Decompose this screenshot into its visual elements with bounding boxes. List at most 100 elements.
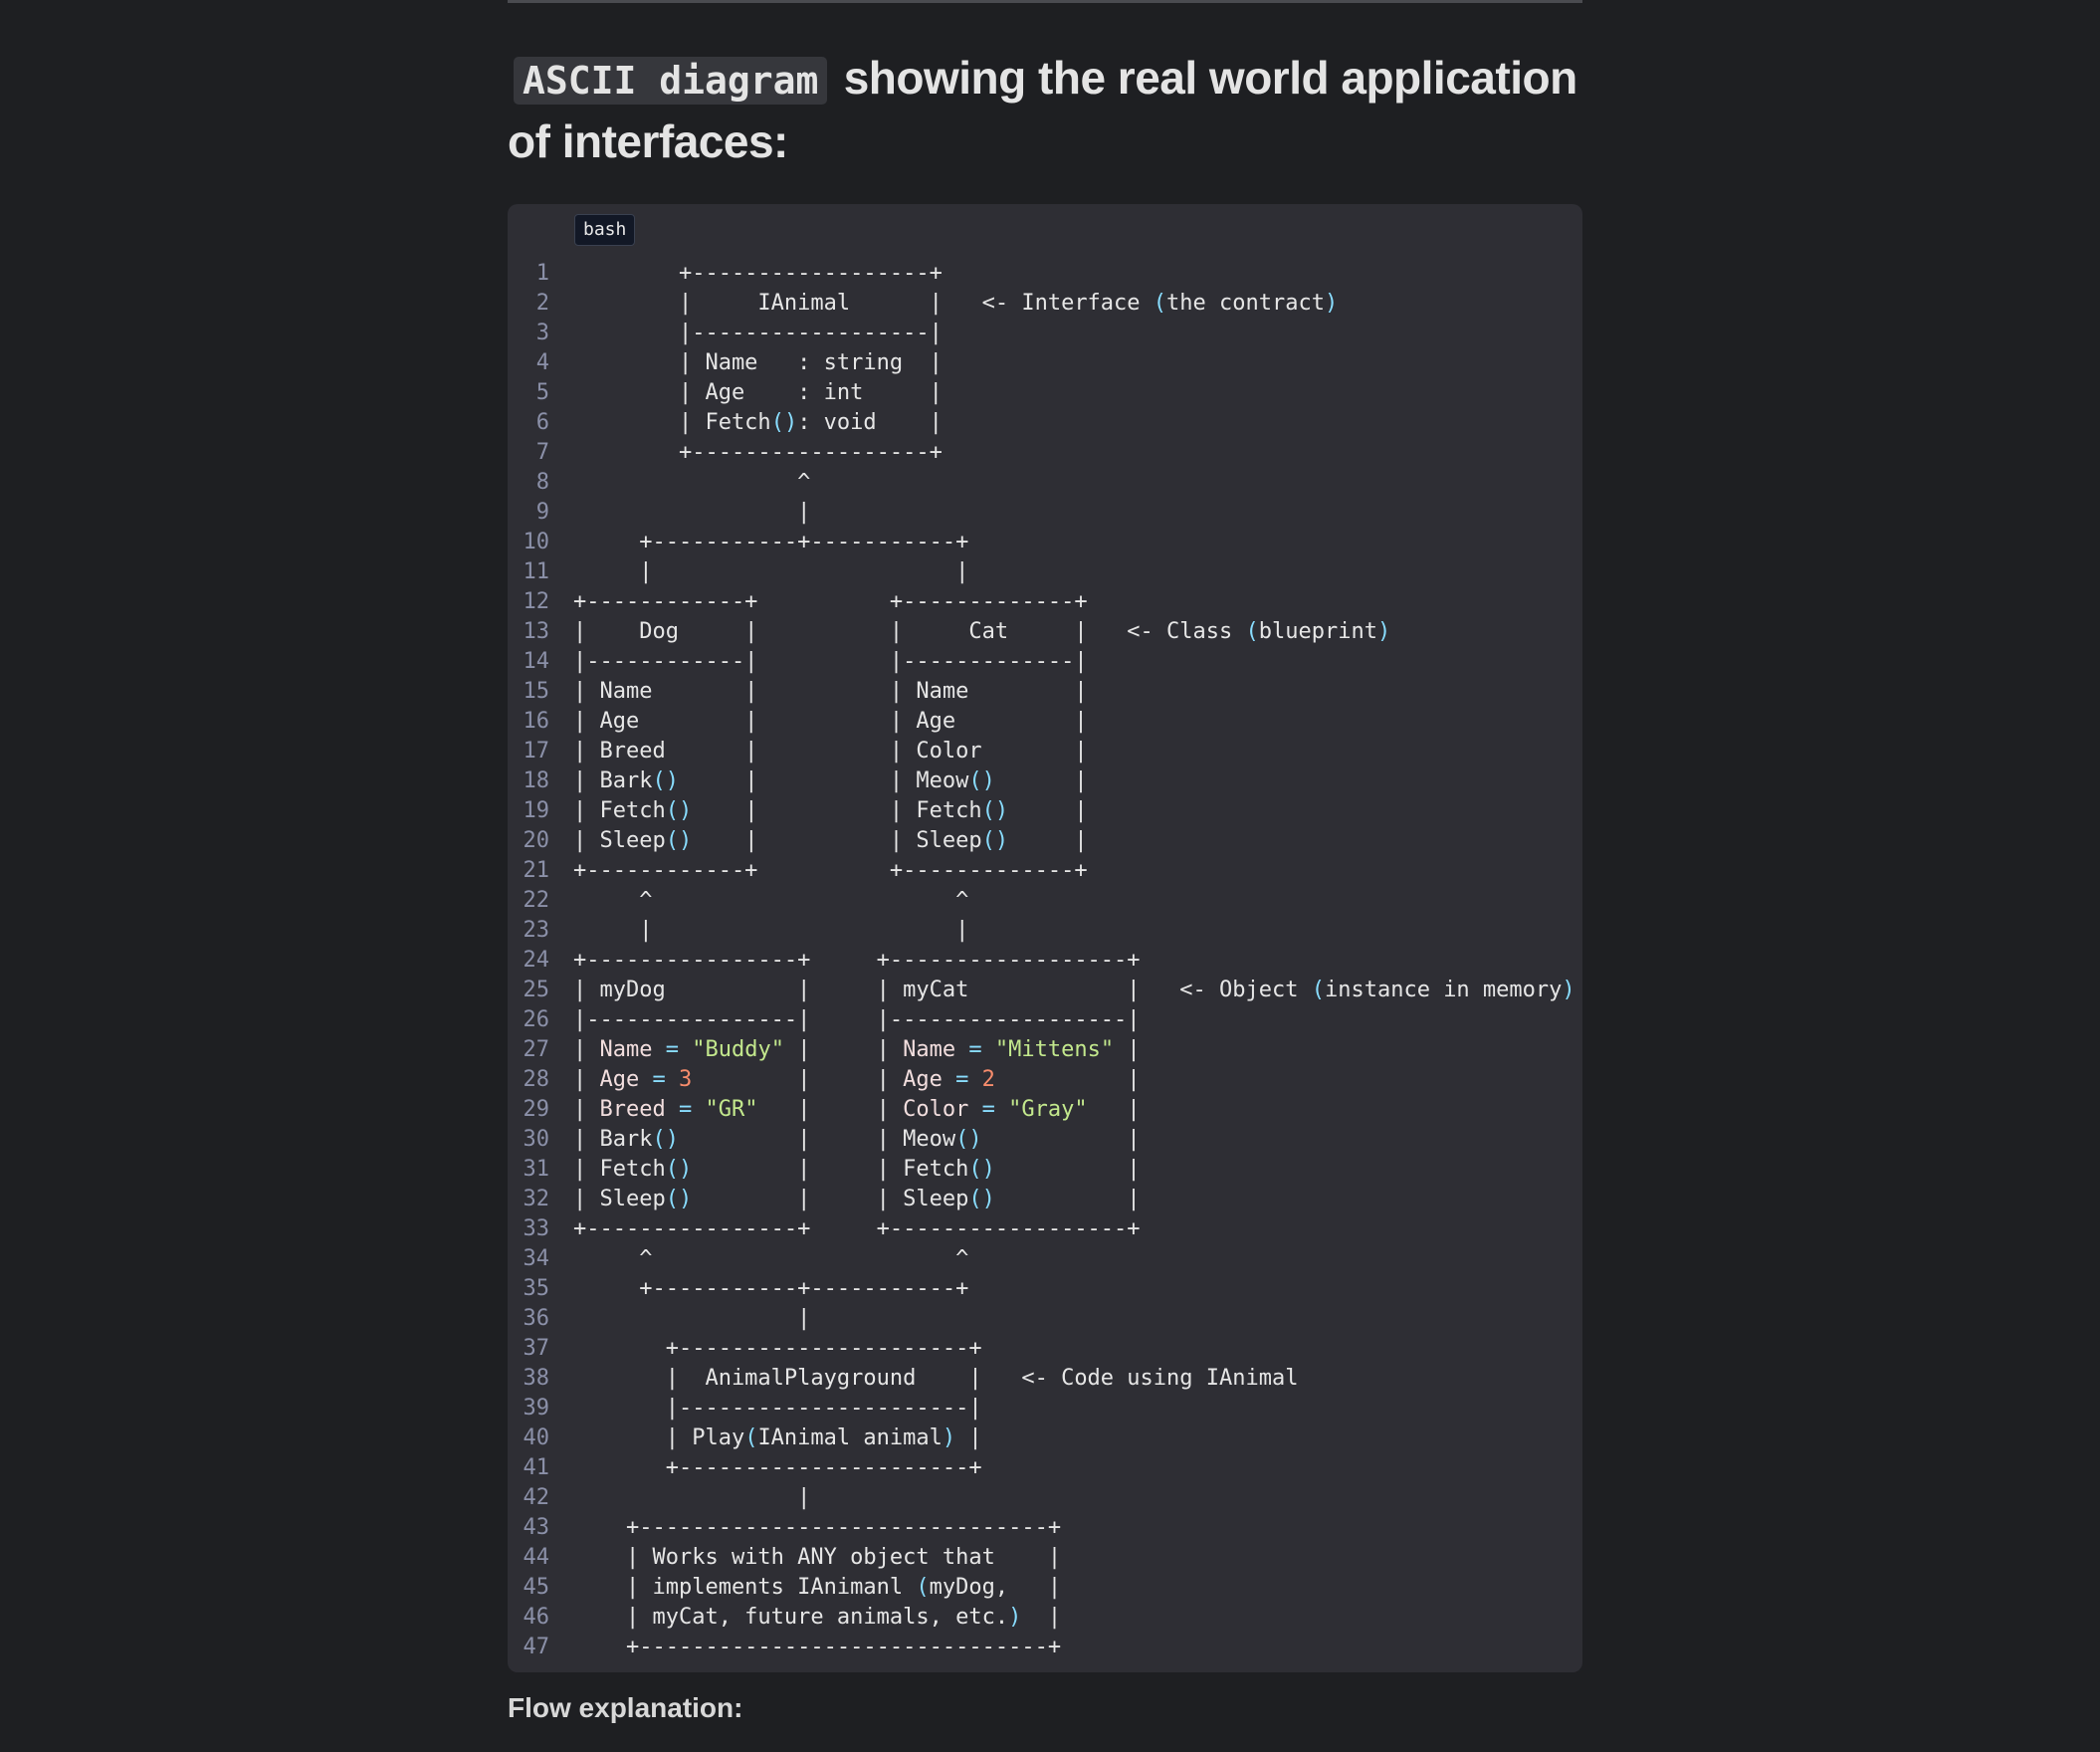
code-text: | | xyxy=(573,559,969,584)
code-text: | implements IAnimanl (myDog, | xyxy=(573,1575,1062,1600)
line-number: 40 xyxy=(523,1425,550,1450)
code-line: 12 +------------+ +-------------+ xyxy=(508,587,1575,617)
code-line: 21 +------------+ +-------------+ xyxy=(508,856,1575,886)
code-text: | Age : int | xyxy=(573,380,943,405)
line-number: 25 xyxy=(523,978,550,1002)
code-text: |------------| |-------------| xyxy=(573,649,1088,674)
line-number: 21 xyxy=(523,858,550,883)
code-text: | xyxy=(573,1306,811,1331)
line-number: 24 xyxy=(523,948,550,973)
line-number: 13 xyxy=(523,619,550,644)
line-number: 18 xyxy=(523,768,550,793)
code-line: 5 | Age : int | xyxy=(508,378,1575,408)
code-text: |------------------| xyxy=(573,321,943,345)
code-text: +----------------------+ xyxy=(573,1455,982,1480)
code-text: | xyxy=(573,1485,811,1510)
line-number: 26 xyxy=(523,1007,550,1032)
line-number: 30 xyxy=(523,1127,550,1152)
line-number: 8 xyxy=(535,470,549,495)
code-line: 44 | Works with ANY object that | xyxy=(508,1543,1575,1573)
line-number: 34 xyxy=(523,1246,550,1271)
code-line: 25 | myDog | | myCat | <- Object (instanc… xyxy=(508,976,1575,1005)
code-line: 1 +------------------+ xyxy=(508,259,1575,289)
code-line: 40 | Play(IAnimal animal) | xyxy=(508,1424,1575,1453)
code-line: 6 | Fetch(): void | xyxy=(508,408,1575,438)
code-line: 20 | Sleep() | | Sleep() | xyxy=(508,826,1575,856)
line-number: 17 xyxy=(523,739,550,764)
code-line: 43 +-------------------------------+ xyxy=(508,1513,1575,1543)
line-number: 12 xyxy=(523,589,550,614)
code-text: | Bark() | | Meow() | xyxy=(573,1127,1141,1152)
code-line: 13 | Dog | | Cat | <- Class (blueprint) xyxy=(508,617,1575,647)
code-line: 17 | Breed | | Color | xyxy=(508,737,1575,766)
code-line: 32 | Sleep() | | Sleep() | xyxy=(508,1185,1575,1214)
language-badge: bash xyxy=(574,214,636,246)
line-number: 15 xyxy=(523,679,550,704)
code-text: |----------------| |------------------| xyxy=(573,1007,1141,1032)
code-text: | AnimalPlayground | <- Code using IAnim… xyxy=(573,1366,1299,1391)
line-number: 23 xyxy=(523,918,550,943)
line-number: 4 xyxy=(535,350,549,375)
line-number: 29 xyxy=(523,1097,550,1122)
line-number: 44 xyxy=(523,1545,550,1570)
line-number: 35 xyxy=(523,1276,550,1301)
code-line: 24 +----------------+ +------------------… xyxy=(508,946,1575,976)
code-line: 23 | | xyxy=(508,916,1575,946)
code-text: +------------------+ xyxy=(573,440,943,465)
line-number: 28 xyxy=(523,1067,550,1092)
code-lines[interactable]: 1 +------------------+ 2 | IAnimal | <- I… xyxy=(508,259,1575,1662)
code-line: 30 | Bark() | | Meow() | xyxy=(508,1125,1575,1155)
line-number: 32 xyxy=(523,1187,550,1211)
code-line: 33 +----------------+ +------------------… xyxy=(508,1214,1575,1244)
code-text: +-----------+-----------+ xyxy=(573,530,969,554)
code-text: | xyxy=(573,500,811,525)
line-number: 19 xyxy=(523,798,550,823)
code-line: 27 | Name = "Buddy" | | Name = "Mittens" … xyxy=(508,1035,1575,1065)
code-text: | Breed | | Color | xyxy=(573,739,1088,764)
code-text: | Name = "Buddy" | | Name = "Mittens" | xyxy=(573,1037,1141,1062)
code-text: | Sleep() | | Sleep() | xyxy=(573,1187,1141,1211)
code-line: 14 |------------| |-------------| xyxy=(508,647,1575,677)
line-number: 33 xyxy=(523,1216,550,1241)
code-line: 2 | IAnimal | <- Interface (the contract… xyxy=(508,289,1575,319)
code-line: 46 | myCat, future animals, etc.) | xyxy=(508,1603,1575,1633)
code-line: 34 ^ ^ xyxy=(508,1244,1575,1274)
code-line: 16 | Age | | Age | xyxy=(508,707,1575,737)
code-line: 26 |----------------| |------------------… xyxy=(508,1005,1575,1035)
code-line: 18 | Bark() | | Meow() | xyxy=(508,766,1575,796)
code-line: 37 +----------------------+ xyxy=(508,1334,1575,1364)
code-line: 35 +-----------+-----------+ xyxy=(508,1274,1575,1304)
code-line: 7 +------------------+ xyxy=(508,438,1575,468)
code-line: 11 | | xyxy=(508,557,1575,587)
line-number: 16 xyxy=(523,709,550,734)
code-text: | Fetch() | | Fetch() | xyxy=(573,798,1088,823)
code-text: | Sleep() | | Sleep() | xyxy=(573,828,1088,853)
code-text: | Age = 3 | | Age = 2 | xyxy=(573,1067,1141,1092)
code-block[interactable]: bash 1 +------------------+ 2 | IAnimal |… xyxy=(508,204,1582,1672)
line-number: 46 xyxy=(523,1605,550,1630)
code-line: 41 +----------------------+ xyxy=(508,1453,1575,1483)
line-number: 45 xyxy=(523,1575,550,1600)
line-number: 42 xyxy=(523,1485,550,1510)
line-number: 11 xyxy=(523,559,550,584)
code-text: | Name : string | xyxy=(573,350,943,375)
code-text: +------------+ +-------------+ xyxy=(573,858,1088,883)
code-text: +-------------------------------+ xyxy=(573,1515,1062,1540)
section-divider xyxy=(508,0,1582,3)
line-number: 36 xyxy=(523,1306,550,1331)
line-number: 10 xyxy=(523,530,550,554)
code-text: +----------------+ +------------------+ xyxy=(573,1216,1141,1241)
code-line: 45 | implements IAnimanl (myDog, | xyxy=(508,1573,1575,1603)
code-text: | Bark() | | Meow() | xyxy=(573,768,1088,793)
code-text: | Fetch() | | Fetch() | xyxy=(573,1157,1141,1182)
line-number: 20 xyxy=(523,828,550,853)
code-line: 4 | Name : string | xyxy=(508,348,1575,378)
heading-inline-code: ASCII diagram xyxy=(514,57,828,105)
line-number: 41 xyxy=(523,1455,550,1480)
code-text: | myDog | | myCat | <- Object (instance … xyxy=(573,978,1575,1002)
code-text: | Works with ANY object that | xyxy=(573,1545,1062,1570)
code-text: | Fetch(): void | xyxy=(573,410,943,435)
flow-explanation-heading: Flow explanation: xyxy=(508,1692,743,1723)
code-line: 8 ^ xyxy=(508,468,1575,498)
section-heading: ASCII diagram showing the real world app… xyxy=(508,48,1582,172)
